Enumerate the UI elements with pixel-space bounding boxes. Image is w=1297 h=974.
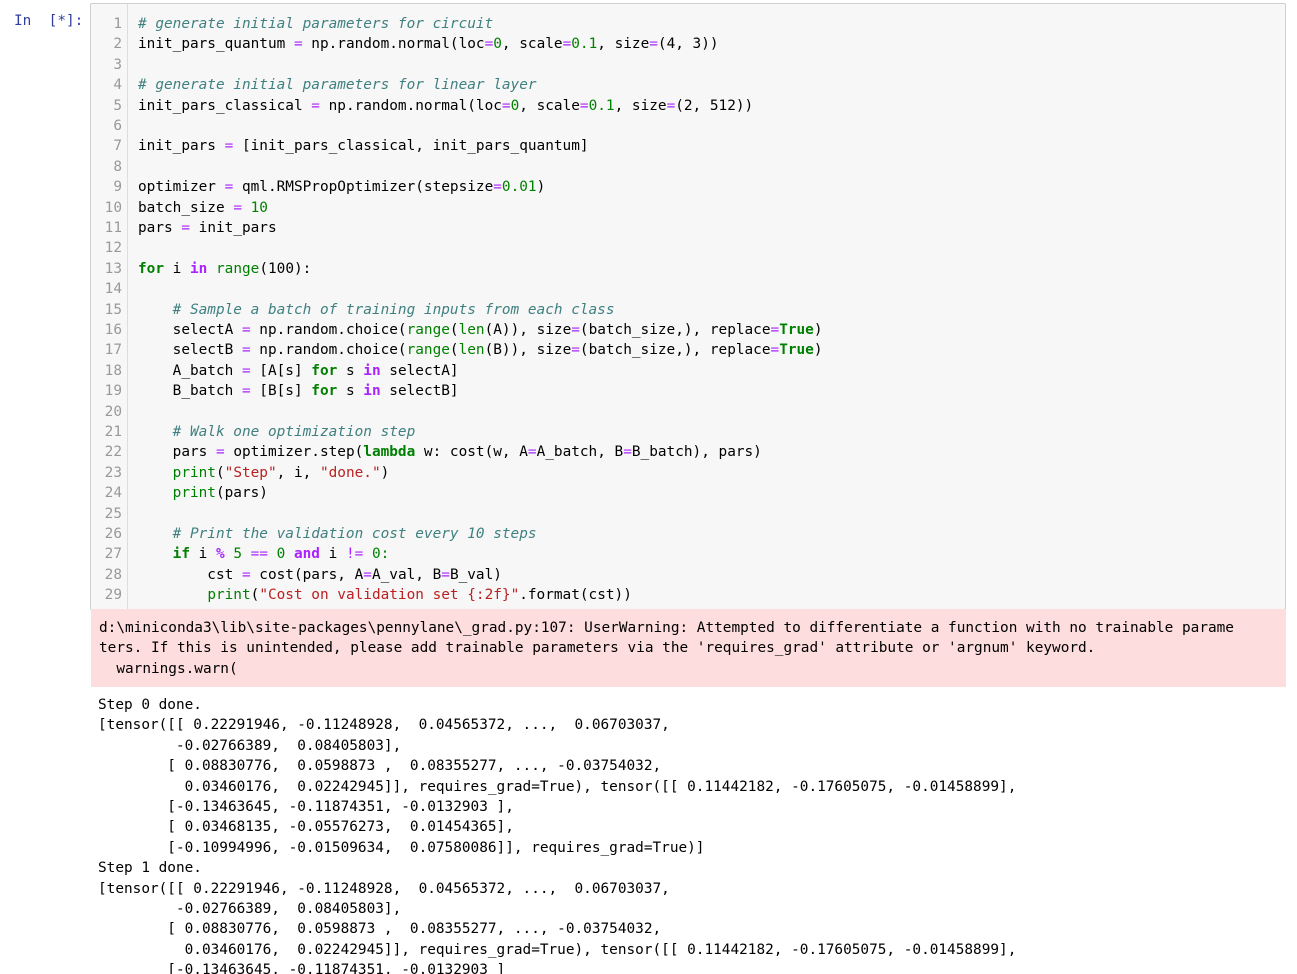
code-line: 11 pars = init_pars [104,220,277,236]
code-line: 18 A_batch = [A[s] for s in selectA] [104,362,459,379]
code-line: 22 pars = optimizer.step(lambda w: cost(… [104,444,762,461]
code-line: 27 if i % 5 == 0 and i != 0: [104,546,390,563]
code-line: 7 init_pars = [init_pars_classical, init_… [113,138,589,155]
code-line: 17 selectB = np.random.choice(range(len(… [104,342,823,359]
warning-text: d:\miniconda3\lib\site-packages\pennylan… [99,620,1234,677]
code-line: 2 init_pars_quantum = np.random.normal(lo… [113,36,719,53]
code-line: 12 [104,240,122,257]
stdout-output: Step 0 done. [tensor([[ 0.22291946, -0.1… [98,695,1288,974]
code-line: 6 [113,118,122,134]
code-line: 8 [113,158,122,175]
code-line: 20 [104,403,122,420]
code-line: 1 # generate initial parameters for circu… [113,16,494,32]
code-line: 29 print("Cost on validation set {:2f}".… [104,587,632,604]
code-line: 26 # Print the validation cost every 10 … [104,526,537,542]
code-line: 19 B_batch = [B[s] for s in selectB] [104,383,459,400]
code-line: 28 cst = cost(pars, A=A_val, B=B_val) [104,566,502,583]
code-cell-input[interactable]: 1 # generate initial parameters for circu… [90,3,1286,610]
stdout-text: Step 0 done. [tensor([[ 0.22291946, -0.1… [98,697,1017,974]
code-line: 16 selectA = np.random.choice(range(len(… [104,322,823,338]
code-line: 3 [113,56,122,73]
code-line: 15 # Sample a batch of training inputs f… [104,301,615,318]
code-line: 14 [104,281,122,298]
code-line: 25 [104,505,122,522]
stderr-output: d:\miniconda3\lib\site-packages\pennylan… [91,609,1286,687]
code-line: 24 print(pars) [104,485,268,502]
code-line: 5 init_pars_classical = np.random.normal(… [113,97,754,114]
code-line: 10 batch_size = 10 [104,199,268,216]
code-line: 4 # generate initial parameters for linea… [113,77,537,94]
code-line: 9 optimizer = qml.RMSPropOptimizer(stepsi… [113,179,546,196]
cell-prompt: In [*]: [14,13,84,29]
code-line: 21 # Walk one optimization step [104,424,416,440]
code-line: 13 for i in range(100): [104,260,312,277]
code-line: 23 print("Step", i, "done.") [104,464,390,481]
